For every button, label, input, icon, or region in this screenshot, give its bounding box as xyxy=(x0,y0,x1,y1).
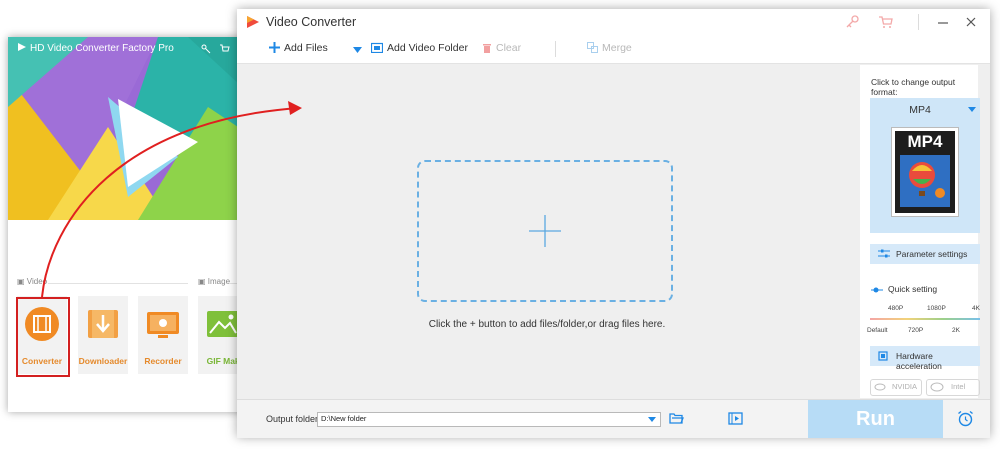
launcher-title-text: HD Video Converter Factory Pro xyxy=(30,43,174,54)
tick-default: Default xyxy=(867,327,888,334)
toolbar: Add Files Add Video Folder Clear Merge xyxy=(237,35,990,64)
chevron-down-icon[interactable] xyxy=(353,47,362,53)
mp4-thumbnail: MP4 xyxy=(891,127,959,217)
plus-icon xyxy=(269,42,280,53)
tick-1080p: 1080P xyxy=(927,305,946,312)
intel-label: Intel xyxy=(951,382,966,391)
drop-hint-text: Click the + button to add files/folder,o… xyxy=(428,319,666,330)
minimize-icon[interactable] xyxy=(936,15,950,29)
intel-logo-icon xyxy=(930,382,944,392)
chip-icon xyxy=(878,351,888,361)
output-folder-label: Output folder: xyxy=(266,414,321,424)
media-folder-icon[interactable] xyxy=(728,412,743,425)
app-logo-icon xyxy=(247,16,259,28)
app-logo-icon xyxy=(18,43,26,51)
image-section-label: ▣ Image xyxy=(198,277,231,286)
recorder-tool-label: Recorder xyxy=(144,356,182,366)
converter-highlight-box xyxy=(16,297,70,377)
toolbar-separator xyxy=(555,41,556,57)
folder-icon xyxy=(370,42,384,54)
hot-air-balloon-icon xyxy=(900,155,950,207)
download-icon xyxy=(88,310,118,338)
gif-image-icon xyxy=(207,311,239,337)
run-button[interactable]: Run xyxy=(808,400,943,438)
chevron-down-icon xyxy=(968,107,976,112)
nvidia-toggle[interactable]: NVIDIA xyxy=(870,379,922,396)
alarm-clock-icon[interactable] xyxy=(957,410,974,427)
open-folder-icon[interactable] xyxy=(669,412,684,424)
tick-480p: 480P xyxy=(888,305,904,312)
title-separator xyxy=(918,14,919,30)
bottom-bar: Output folder: D:\New folder Run xyxy=(237,399,990,438)
cart-icon[interactable] xyxy=(879,15,893,29)
add-video-folder-button[interactable]: Add Video Folder xyxy=(370,42,468,54)
add-files-button[interactable]: Add Files xyxy=(269,42,328,54)
hardware-acceleration-label: Hardware acceleration xyxy=(896,351,942,371)
nvidia-label: NVIDIA xyxy=(892,382,918,391)
nvidia-logo-icon xyxy=(874,383,886,391)
sliders-icon xyxy=(878,249,890,258)
key-icon[interactable] xyxy=(201,44,211,54)
screen-record-icon xyxy=(147,312,179,338)
tick-2k: 2K xyxy=(952,327,960,334)
quick-setting-label: Quick setting xyxy=(888,284,938,294)
tick-4k: 4K xyxy=(972,305,980,312)
downloader-tool-label: Downloader xyxy=(78,356,128,366)
add-video-folder-label: Add Video Folder xyxy=(387,42,468,54)
quick-setting-icon xyxy=(871,287,883,293)
video-converter-window: Video Converter Add Files Add Video Fold… xyxy=(237,9,990,438)
output-folder-input[interactable]: D:\New folder xyxy=(317,412,661,427)
window-title: Video Converter xyxy=(266,15,357,29)
merge-icon xyxy=(587,42,598,53)
parameter-settings-label: Parameter settings xyxy=(896,249,968,259)
video-section-text: Video xyxy=(26,277,48,286)
launcher-hero-banner xyxy=(8,37,253,220)
output-settings-panel: Click to change output format: MP4 MP4 P… xyxy=(860,65,980,398)
hardware-acceleration-button[interactable]: Hardware acceleration xyxy=(870,346,980,371)
chevron-down-icon[interactable] xyxy=(648,417,656,422)
launcher-title: HD Video Converter Factory Pro xyxy=(17,42,174,54)
clear-label: Clear xyxy=(496,42,522,54)
downloader-tool[interactable]: Downloader xyxy=(78,296,128,374)
section-divider xyxy=(48,283,188,284)
add-files-label: Add Files xyxy=(284,42,328,54)
close-icon[interactable] xyxy=(964,15,978,29)
tick-720p: 720P xyxy=(908,327,924,334)
recorder-tool[interactable]: Recorder xyxy=(138,296,188,374)
change-format-label: Click to change output format: xyxy=(871,77,956,97)
trash-icon xyxy=(483,44,491,53)
key-icon[interactable] xyxy=(846,15,860,29)
merge-label: Merge xyxy=(602,42,632,54)
output-folder-value: D:\New folder xyxy=(321,414,367,423)
video-section-label: ▣ Video xyxy=(17,277,48,286)
plus-icon[interactable] xyxy=(529,215,561,247)
file-drop-zone[interactable] xyxy=(417,160,673,302)
parameter-settings-button[interactable]: Parameter settings xyxy=(870,244,980,264)
output-format-selector[interactable]: MP4 MP4 xyxy=(870,98,980,233)
quality-slider[interactable] xyxy=(870,318,980,320)
image-section-text: Image xyxy=(207,277,231,286)
title-bar: Video Converter xyxy=(237,9,990,35)
intel-toggle[interactable]: Intel xyxy=(926,379,980,396)
clear-button[interactable]: Clear xyxy=(482,42,521,54)
format-name: MP4 xyxy=(909,104,931,116)
merge-button[interactable]: Merge xyxy=(587,42,632,54)
cart-icon[interactable] xyxy=(220,44,230,54)
mp4-badge-text: MP4 xyxy=(907,132,943,151)
